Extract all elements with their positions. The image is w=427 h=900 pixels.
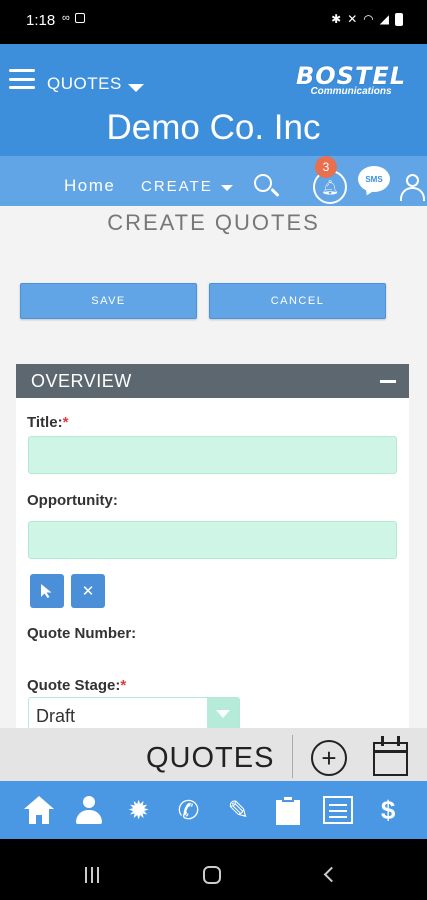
overview-panel-title: OVERVIEW (31, 370, 132, 391)
user-profile-icon[interactable] (400, 172, 427, 202)
company-logo: BOSTEL Communications (289, 64, 413, 97)
bottom-tab-bar: ✹ ✆ ✎ $ (0, 781, 427, 839)
quote-stage-field-label: Quote Stage:* (27, 677, 126, 694)
add-record-icon[interactable]: + (311, 740, 347, 776)
module-selector[interactable]: QUOTES (47, 74, 144, 94)
documents-icon[interactable] (272, 794, 304, 826)
chevron-down-icon (127, 84, 144, 92)
gallery-icon (74, 13, 85, 23)
recents-button-icon[interactable] (85, 867, 99, 883)
quote-stage-select[interactable]: Draft (28, 697, 240, 728)
company-name: Demo Co. Inc (106, 108, 321, 147)
nav-create-dropdown[interactable]: CREATE (141, 178, 233, 195)
collapse-minus-icon[interactable] (380, 380, 396, 383)
quote-number-label: Quote Number: (27, 625, 137, 642)
nav-create-label: CREATE (141, 178, 213, 195)
battery-icon (395, 12, 403, 26)
back-button-icon[interactable] (323, 866, 340, 883)
mute-icon: ✕ (347, 12, 358, 26)
module-divider (292, 735, 293, 778)
sms-icon[interactable]: SMS (358, 166, 390, 192)
status-left-icons: ∞ (62, 12, 85, 24)
overview-panel-header[interactable]: OVERVIEW (16, 364, 409, 398)
cursor-arrow-icon (41, 584, 52, 598)
module-title: QUOTES (146, 742, 275, 774)
title-field-label: Title:* (27, 414, 68, 431)
home-icon[interactable] (23, 794, 55, 826)
android-home-button-icon[interactable] (203, 866, 221, 884)
quote-stage-value: Draft (36, 706, 76, 726)
status-time: 1:18 (26, 12, 56, 29)
settings-icon[interactable]: ✹ (123, 794, 155, 826)
logo-text: BOSTEL (295, 62, 407, 90)
opportunity-field-label: Opportunity: (27, 492, 118, 509)
quote-stage-label-text: Quote Stage: (27, 677, 121, 694)
chevron-down-icon (220, 184, 233, 191)
phone-icon[interactable]: ✆ (173, 794, 205, 826)
module-bar: QUOTES + (0, 728, 427, 781)
calendar-icon[interactable] (322, 794, 354, 826)
nav-bar: Home CREATE 🔔︎ SMS (0, 156, 427, 206)
android-nav-bar (0, 839, 427, 900)
contacts-icon[interactable] (73, 794, 105, 826)
opportunity-input[interactable] (28, 521, 397, 559)
chevron-down-icon (207, 698, 239, 728)
status-right-icons: ✱ ✕ ◠ ◢ (331, 12, 403, 26)
module-selector-label: QUOTES (47, 74, 122, 93)
title-input[interactable] (28, 436, 397, 474)
cancel-button[interactable]: CANCEL (209, 283, 386, 319)
close-icon: ✕ (81, 583, 95, 600)
save-button[interactable]: SAVE (20, 283, 197, 319)
main-content: CREATE QUOTES SAVE CANCEL OVERVIEW Title… (0, 206, 427, 728)
hamburger-menu-icon[interactable] (9, 69, 35, 89)
wifi-icon: ◠ (363, 12, 374, 26)
voicemail-icon: ∞ (62, 12, 70, 24)
calendar-view-icon[interactable] (373, 736, 408, 776)
status-bar: 1:18 ∞ ✱ ✕ ◠ ◢ (0, 0, 427, 44)
bluetooth-icon: ✱ (331, 12, 342, 26)
tasks-icon[interactable]: ✎ (222, 794, 254, 826)
page-title: CREATE QUOTES (107, 210, 320, 235)
title-label-text: Title: (27, 414, 63, 431)
notification-badge: 3 (315, 156, 337, 178)
nav-home-link[interactable]: Home (64, 176, 115, 196)
signal-icon: ◢ (379, 12, 389, 26)
search-icon[interactable] (254, 174, 280, 200)
dollar-icon[interactable]: $ (372, 794, 404, 826)
required-mark: * (62, 414, 69, 431)
sms-icon-label: SMS (365, 174, 383, 184)
select-opportunity-button[interactable] (30, 574, 64, 608)
app-header: QUOTES BOSTEL Communications Demo Co. In… (0, 44, 427, 156)
clear-opportunity-button[interactable]: ✕ (71, 574, 105, 608)
required-mark: * (120, 677, 127, 694)
